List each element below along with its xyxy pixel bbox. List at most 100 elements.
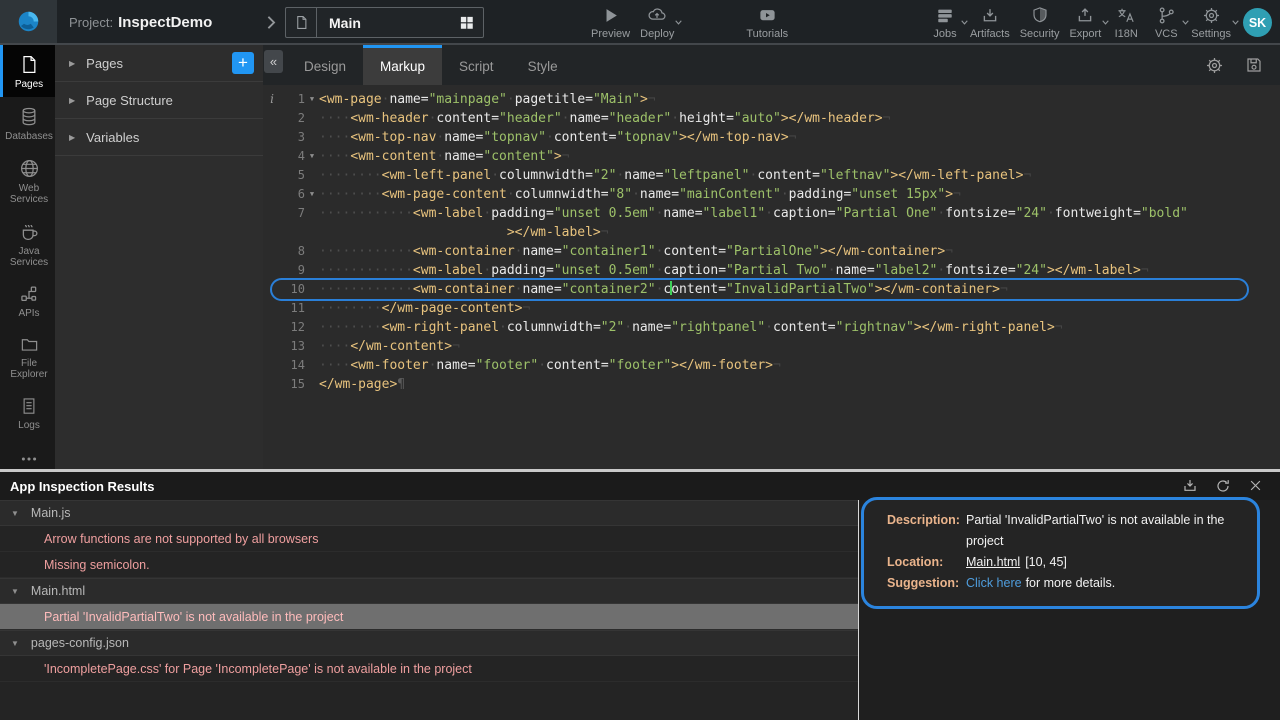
topbar-action-i18n[interactable]: I18N (1106, 5, 1146, 40)
inspection-group-Main.js[interactable]: ▼Main.js (0, 500, 858, 526)
collapse-panel-button[interactable]: « (264, 50, 283, 73)
whitespace-dot: · (491, 168, 499, 183)
inspection-group-pages-config.json[interactable]: ▼pages-config.json (0, 630, 858, 656)
sidebar-item-java-services[interactable]: Java Services (0, 212, 55, 275)
code-text: ····<wm-header·content="header"·name="he… (319, 109, 1280, 128)
suggestion-label: Suggestion: (887, 573, 966, 594)
markup-code-editor[interactable]: i1▼<wm-page·name="mainpage"·pagetitle="M… (263, 85, 1280, 469)
topbar-action-deploy[interactable]: Deploy (635, 5, 679, 40)
sidebar-item-apis[interactable]: APIs (0, 275, 55, 326)
grid-view-icon[interactable] (459, 15, 474, 30)
topbar-action-jobs[interactable]: Jobs (925, 5, 965, 40)
equals-sign: = (828, 206, 836, 221)
fold-toggle-icon[interactable]: ▼ (305, 185, 319, 204)
sidebar-item-databases[interactable]: Databases (0, 97, 55, 149)
eol-marker: ¬ (789, 130, 797, 145)
token-attr: name (436, 358, 467, 373)
pages-explorer: ▶Pages+▶Page Structure▶Variables (55, 45, 263, 469)
fold-toggle-icon[interactable]: ▼ (305, 90, 319, 109)
token-tag: <wm-right-panel (382, 320, 499, 335)
sidebar-item-logs[interactable]: Logs (0, 387, 55, 438)
inspection-error-row[interactable]: Missing semicolon. (0, 552, 858, 578)
app-logo[interactable] (0, 0, 57, 43)
sidebar-item-more[interactable] (0, 446, 55, 470)
page-selector[interactable]: Main (285, 7, 484, 38)
topbar-action-label: Export (1069, 28, 1101, 40)
page-icon (19, 54, 39, 75)
topbar-action-tutorials[interactable]: Tutorials (741, 5, 793, 40)
tab-design[interactable]: Design (287, 45, 363, 85)
inspection-group-filename: pages-config.json (31, 636, 129, 650)
gutter-fold-col (305, 166, 319, 185)
eol-marker: ¬ (1141, 263, 1149, 278)
token-val: "auto" (734, 111, 781, 126)
code-text: <wm-page·name="mainpage"·pagetitle="Main… (319, 90, 1280, 109)
gutter-fold-col (305, 128, 319, 147)
save-icon[interactable] (1245, 56, 1263, 74)
sidebar-item-label: Logs (4, 420, 54, 431)
wavemaker-logo-icon (15, 8, 42, 35)
line-number: 1 (281, 90, 305, 109)
whitespace-dots: ············ (319, 263, 413, 278)
topbar-action-export[interactable]: Export (1064, 5, 1106, 40)
inspection-error-row[interactable]: 'IncompletePage.css' for Page 'Incomplet… (0, 656, 858, 682)
explorer-section-page-structure[interactable]: ▶Page Structure (55, 82, 263, 119)
tab-style[interactable]: Style (511, 45, 575, 85)
tab-markup[interactable]: Markup (363, 45, 442, 85)
whitespace-dot: · (781, 187, 789, 202)
token-tag: <wm-page (319, 92, 382, 107)
add-page-button[interactable]: + (232, 52, 254, 74)
suggestion-link[interactable]: Click here (966, 573, 1022, 594)
token-tag: ></wm-container> (820, 244, 945, 259)
token-attr: padding (491, 263, 546, 278)
equals-sign: = (585, 92, 593, 107)
line-number (281, 223, 305, 242)
explorer-section-pages[interactable]: ▶Pages+ (55, 45, 263, 82)
wrap-indent (319, 225, 507, 240)
code-text: ········<wm-left-panel·columnwidth="2"·n… (319, 166, 1280, 185)
code-line: 6▼········<wm-page-content·columnwidth="… (263, 185, 1280, 204)
topbar-action-artifacts[interactable]: Artifacts (965, 5, 1015, 40)
inspection-error-row[interactable]: Arrow functions are not supported by all… (0, 526, 858, 552)
gutter-fold-col (305, 318, 319, 337)
line-number: 12 (281, 318, 305, 337)
topbar-action-label: Artifacts (970, 28, 1010, 40)
inspection-group-Main.html[interactable]: ▼Main.html (0, 578, 858, 604)
close-icon[interactable] (1248, 478, 1263, 494)
token-tag: <wm-top-nav (350, 130, 436, 145)
sidebar-item-web-services[interactable]: Web Services (0, 149, 55, 212)
user-avatar[interactable]: SK (1243, 8, 1272, 37)
equals-sign: = (695, 206, 703, 221)
chevron-right-icon[interactable] (262, 12, 279, 33)
topbar-action-preview[interactable]: Preview (586, 5, 635, 40)
markup-settings-gear-icon[interactable] (1205, 56, 1224, 75)
tooltip-location-row: Location: Main.html [10, 45] (887, 552, 1257, 573)
code-line: ></wm-label>¬ (263, 223, 1280, 242)
inspection-error-row[interactable]: Partial 'InvalidPartialTwo' is not avail… (0, 604, 858, 630)
topbar-action-vcs[interactable]: VCS (1146, 5, 1186, 40)
token-tag: ></wm-container> (875, 282, 1000, 297)
eol-marker: ¬ (523, 301, 531, 316)
caret-right-icon: ▶ (69, 96, 75, 105)
refresh-icon[interactable] (1215, 478, 1231, 494)
token-tag: > (640, 92, 648, 107)
fold-toggle-icon[interactable]: ▼ (305, 147, 319, 166)
topbar-action-settings[interactable]: Settings (1186, 5, 1236, 40)
code-line: 3····<wm-top-nav·name="topnav"·content="… (263, 128, 1280, 147)
equals-sign: = (1008, 206, 1016, 221)
location-label: Location: (887, 552, 966, 573)
download-report-icon[interactable] (1182, 478, 1198, 494)
tab-script[interactable]: Script (442, 45, 511, 85)
location-file-link[interactable]: Main.html (966, 552, 1020, 573)
topbar-action-security[interactable]: Security (1015, 5, 1065, 40)
inspection-detail-area: Description: Partial 'InvalidPartialTwo'… (858, 500, 1280, 720)
sidebar-item-pages[interactable]: Pages (0, 45, 55, 97)
gear-icon (1202, 5, 1221, 25)
code-text: ········<wm-page-content·columnwidth="8"… (319, 185, 1280, 204)
sidebar-item-file-explorer[interactable]: File Explorer (0, 326, 55, 387)
token-attr: columnwidth (499, 168, 585, 183)
whitespace-dots: ········ (319, 301, 382, 316)
token-attr: content (436, 111, 491, 126)
explorer-section-variables[interactable]: ▶Variables (55, 119, 263, 156)
line-number: 6 (281, 185, 305, 204)
